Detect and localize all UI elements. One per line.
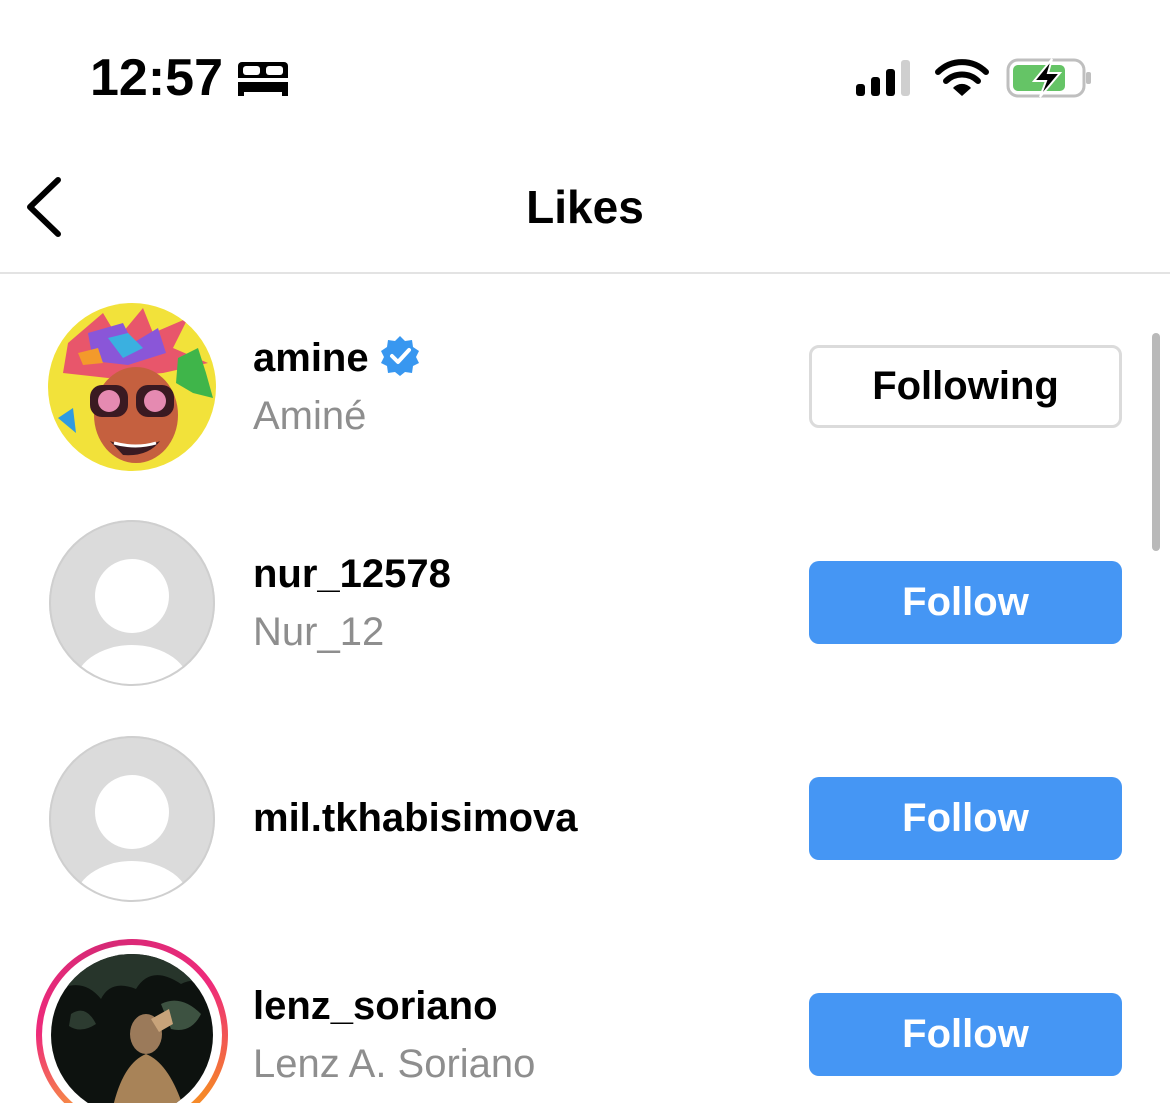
avatar[interactable] xyxy=(48,519,216,687)
verified-badge-icon xyxy=(380,336,419,377)
default-avatar-icon xyxy=(49,520,215,686)
chevron-left-icon xyxy=(27,177,61,237)
list-item[interactable]: amine Aminé Following xyxy=(0,274,1170,490)
full-name: Nur_12 xyxy=(253,610,385,654)
follow-button[interactable]: Follow xyxy=(809,777,1122,860)
list-item[interactable]: nur_12578 Nur_12 Follow xyxy=(0,490,1170,706)
cellular-signal-icon xyxy=(856,60,910,96)
username[interactable]: nur_12578 xyxy=(253,552,451,597)
avatar[interactable] xyxy=(48,303,216,471)
follow-button[interactable]: Follow xyxy=(809,993,1122,1076)
list-item[interactable]: mil.tkhabisimova Follow xyxy=(0,706,1170,922)
list-item[interactable]: lenz_soriano Lenz A. Soriano Follow xyxy=(0,922,1170,1103)
photo-avatar-image xyxy=(51,954,213,1103)
status-time: 12:57 xyxy=(90,49,223,107)
battery-charging-icon xyxy=(1006,58,1091,98)
navigation-bar: Likes xyxy=(0,150,1170,274)
username[interactable]: lenz_soriano xyxy=(253,984,498,1029)
following-button[interactable]: Following xyxy=(809,345,1122,428)
avatar[interactable] xyxy=(51,954,213,1103)
scrollbar[interactable] xyxy=(1152,333,1160,551)
full-name: Aminé xyxy=(253,394,367,438)
follow-button[interactable]: Follow xyxy=(809,561,1122,644)
page-title: Likes xyxy=(526,181,644,233)
back-button[interactable] xyxy=(18,174,78,240)
default-avatar-icon xyxy=(49,736,215,902)
avatar[interactable] xyxy=(48,735,216,903)
wifi-icon xyxy=(935,59,989,96)
full-name: Lenz A. Soriano xyxy=(253,1042,536,1086)
username[interactable]: amine xyxy=(253,336,369,380)
likes-list[interactable]: amine Aminé Following nur_12578 Nur_12 F… xyxy=(0,274,1170,1103)
username-row[interactable]: amine xyxy=(253,336,421,381)
status-bar: 12:57 xyxy=(0,0,1170,150)
username[interactable]: mil.tkhabisimova xyxy=(253,796,578,841)
illustrated-avatar-image xyxy=(48,303,216,471)
bed-icon xyxy=(238,62,288,96)
